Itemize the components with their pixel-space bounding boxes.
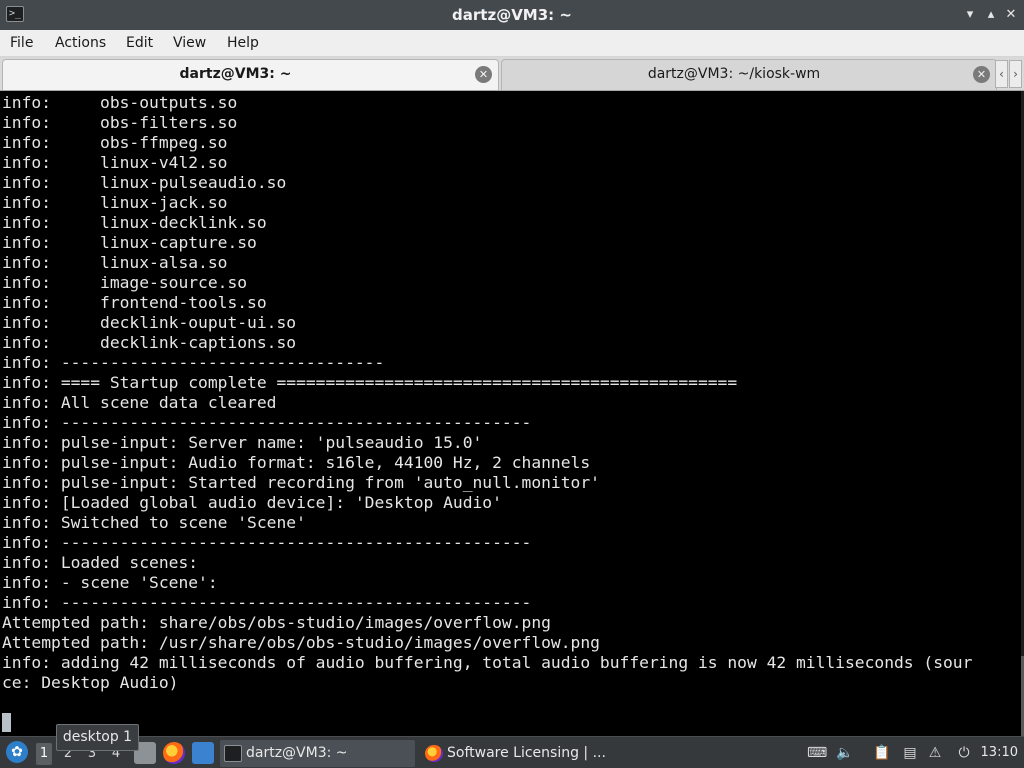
terminal-line: Attempted path: share/obs/obs-studio/ima… [2, 613, 551, 632]
terminal-line: info: pulse-input: Audio format: s16le, … [2, 453, 591, 472]
menu-help[interactable]: Help [227, 35, 259, 51]
menu-bar: File Actions Edit View Help [0, 30, 1024, 57]
terminal-line: ce: Desktop Audio) [2, 673, 179, 692]
workspace-tooltip: desktop 1 [56, 724, 139, 751]
menu-file[interactable]: File [10, 35, 33, 51]
terminal-line: info: Switched to scene 'Scene' [2, 513, 306, 532]
terminal-line: info: linux-jack.so [2, 193, 228, 212]
terminal-line: info: - scene 'Scene': [2, 573, 218, 592]
task-firefox[interactable]: Software Licensing | ... [421, 740, 621, 767]
tab-bar: dartz@VM3: ~ ✕ dartz@VM3: ~/kiosk-wm ✕ ‹… [0, 57, 1024, 91]
menu-actions[interactable]: Actions [55, 35, 106, 51]
terminal-line: info: linux-capture.so [2, 233, 257, 252]
close-icon[interactable]: ✕ [1003, 7, 1019, 23]
terminal-line: info: --------------------------------- [2, 353, 385, 372]
terminal-line: info: pulse-input: Started recording fro… [2, 473, 600, 492]
menu-view[interactable]: View [173, 35, 206, 51]
tab-label: dartz@VM3: ~ [179, 66, 292, 82]
terminal-line: info: linux-pulseaudio.so [2, 173, 287, 192]
notification-icon[interactable]: ⚠ [926, 744, 944, 762]
keyboard-icon[interactable]: ⌨ [807, 744, 827, 762]
terminal-view[interactable]: info: obs-outputs.so info: obs-filters.so… [0, 91, 1024, 736]
maximize-icon[interactable]: ▴ [983, 7, 999, 23]
terminal-line: info: Loaded scenes: [2, 553, 199, 572]
task-terminal[interactable]: dartz@VM3: ~ [220, 740, 415, 767]
terminal-line: info: [Loaded global audio device]: 'Des… [2, 493, 502, 512]
menu-edit[interactable]: Edit [126, 35, 153, 51]
terminal-line: info: frontend-tools.so [2, 293, 267, 312]
window-title: dartz@VM3: ~ [452, 6, 572, 24]
volume-icon[interactable]: 🔈 [836, 744, 854, 762]
start-menu-icon[interactable]: ✿ [6, 741, 28, 763]
tab-scroll-right-icon[interactable]: › [1009, 60, 1022, 88]
tab-home[interactable]: dartz@VM3: ~ ✕ [2, 59, 499, 90]
taskbar: ✿ 1 2 3 4 dartz@VM3: ~ Software Licensin… [0, 736, 1024, 768]
terminal-line: Attempted path: /usr/share/obs/obs-studi… [2, 633, 600, 652]
minimize-icon[interactable]: ▾ [962, 7, 978, 23]
task-label: dartz@VM3: ~ [246, 745, 348, 761]
tab-scroll-left-icon[interactable]: ‹ [995, 60, 1008, 88]
terminal-icon [224, 745, 242, 762]
firefox-launcher-icon[interactable] [163, 742, 185, 764]
network-icon[interactable]: ▤ [901, 744, 919, 762]
terminal-line: info: obs-filters.so [2, 113, 238, 132]
tab-close-icon[interactable]: ✕ [973, 66, 990, 83]
clipboard-icon[interactable]: 📋 [873, 744, 891, 762]
terminal-line: info: All scene data cleared [2, 393, 277, 412]
terminal-line: info: obs-outputs.so [2, 93, 238, 112]
tab-close-icon[interactable]: ✕ [475, 66, 492, 83]
workspace-1[interactable]: 1 [36, 743, 52, 765]
terminal-line: info: adding 42 milliseconds of audio bu… [2, 653, 973, 672]
firefox-icon [425, 745, 443, 762]
terminal-cursor [2, 713, 11, 732]
terminal-line: info: ----------------------------------… [2, 413, 532, 432]
terminal-line: info: linux-alsa.so [2, 253, 228, 272]
power-icon[interactable]: ⏻ [955, 744, 973, 762]
clock[interactable]: 13:10 [981, 743, 1018, 763]
show-desktop-icon[interactable] [192, 742, 214, 764]
tab-kiosk-wm[interactable]: dartz@VM3: ~/kiosk-wm ✕ [501, 59, 997, 90]
terminal-line: info: ----------------------------------… [2, 533, 532, 552]
terminal-line: info: ==== Startup complete ============… [2, 373, 738, 392]
terminal-line: info: decklink-captions.so [2, 333, 297, 352]
terminal-line: info: pulse-input: Server name: 'pulseau… [2, 433, 483, 452]
terminal-line: info: obs-ffmpeg.so [2, 133, 228, 152]
tab-label: dartz@VM3: ~/kiosk-wm [647, 66, 821, 82]
window-titlebar[interactable]: >_ dartz@VM3: ~ ▾ ▴ ✕ [0, 0, 1024, 30]
terminal-line: info: image-source.so [2, 273, 248, 292]
task-label: Software Licensing | ... [447, 745, 606, 761]
terminal-line: info: linux-decklink.so [2, 213, 267, 232]
terminal-line: info: linux-v4l2.so [2, 153, 228, 172]
terminal-output: info: obs-outputs.so info: obs-filters.so… [2, 93, 972, 713]
terminal-line: info: ----------------------------------… [2, 593, 532, 612]
terminal-line: info: decklink-ouput-ui.so [2, 313, 297, 332]
